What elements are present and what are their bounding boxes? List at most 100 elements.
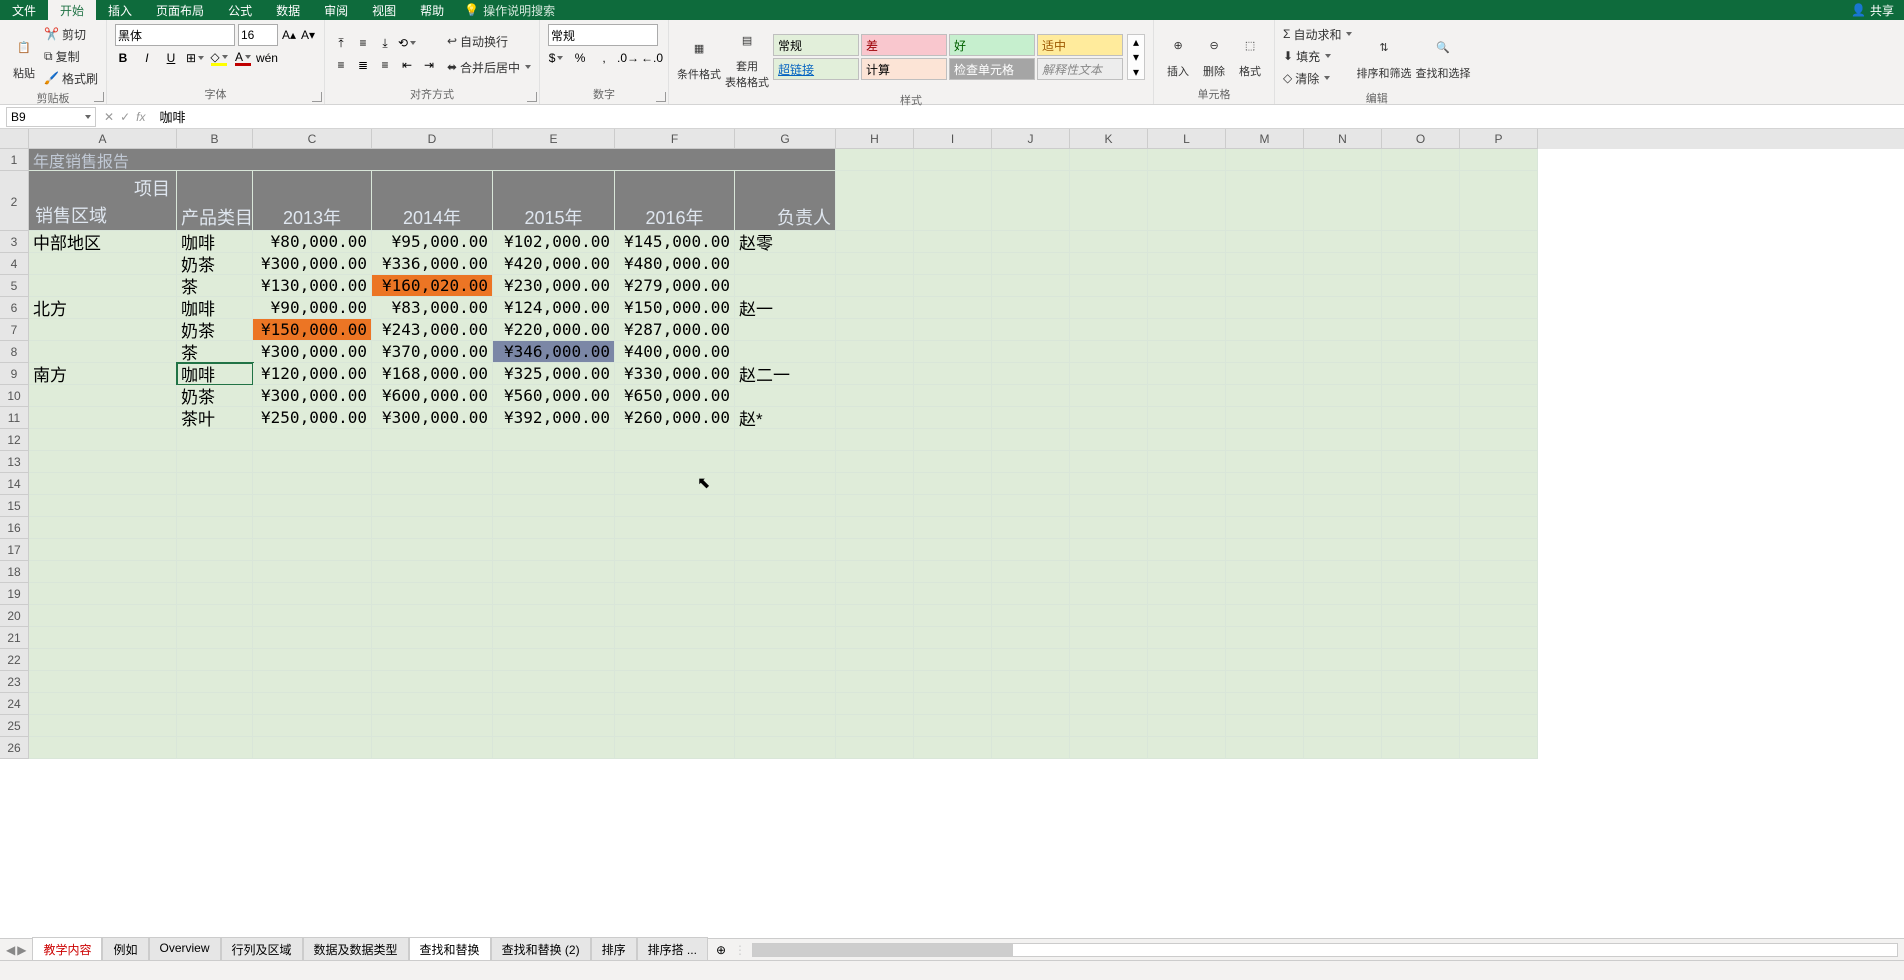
horizontal-scrollbar[interactable] [752, 943, 1898, 957]
cell[interactable] [992, 495, 1070, 517]
cell[interactable] [1460, 275, 1538, 297]
cell[interactable] [1382, 149, 1460, 171]
cell[interactable] [735, 253, 836, 275]
cell[interactable] [253, 539, 372, 561]
row-header-14[interactable]: 14 [0, 473, 29, 495]
cell[interactable]: 2014年 [372, 171, 493, 231]
cell[interactable] [735, 319, 836, 341]
cell[interactable] [914, 297, 992, 319]
shrink-font-button[interactable]: A▾ [300, 27, 316, 43]
accounting-button[interactable]: $ [548, 50, 564, 66]
cell[interactable] [1070, 319, 1148, 341]
cell[interactable] [177, 715, 253, 737]
cell[interactable] [992, 429, 1070, 451]
cell[interactable] [1460, 561, 1538, 583]
cell[interactable] [836, 495, 914, 517]
cell[interactable] [836, 737, 914, 759]
cell[interactable] [1382, 275, 1460, 297]
row-header-17[interactable]: 17 [0, 539, 29, 561]
cell[interactable] [29, 561, 177, 583]
sheet-tab-4[interactable]: 数据及数据类型 [303, 937, 409, 963]
cell[interactable] [992, 275, 1070, 297]
cell[interactable] [836, 429, 914, 451]
cell[interactable] [372, 451, 493, 473]
cell[interactable]: ¥370,000.00 [372, 341, 493, 363]
comma-button[interactable]: , [596, 50, 612, 66]
row-header-1[interactable]: 1 [0, 149, 29, 171]
cell[interactable] [992, 149, 1070, 171]
cell[interactable] [1148, 319, 1226, 341]
cell[interactable] [836, 231, 914, 253]
cell[interactable] [1148, 149, 1226, 171]
cell[interactable] [1148, 385, 1226, 407]
cell[interactable] [1382, 627, 1460, 649]
cell[interactable] [1070, 149, 1148, 171]
cell[interactable] [914, 561, 992, 583]
cell[interactable] [1226, 693, 1304, 715]
cell[interactable] [1460, 231, 1538, 253]
cell[interactable] [1070, 297, 1148, 319]
cell[interactable] [1148, 715, 1226, 737]
cell[interactable]: 北方 [29, 297, 177, 319]
fx-button[interactable]: fx [136, 110, 145, 124]
cell[interactable] [1148, 627, 1226, 649]
cell[interactable] [1460, 671, 1538, 693]
cell[interactable] [1070, 715, 1148, 737]
cell[interactable] [1304, 341, 1382, 363]
delete-cells-button[interactable]: ⊖删除 [1198, 29, 1230, 79]
cell[interactable] [1226, 171, 1304, 231]
cell[interactable] [615, 627, 735, 649]
cell[interactable] [1304, 149, 1382, 171]
cell[interactable] [735, 385, 836, 407]
cell[interactable] [29, 693, 177, 715]
cell[interactable]: ¥150,000.00 [253, 319, 372, 341]
cell[interactable] [735, 561, 836, 583]
font-size-select[interactable] [238, 24, 278, 46]
cell[interactable] [29, 473, 177, 495]
cell[interactable] [1148, 253, 1226, 275]
row-header-12[interactable]: 12 [0, 429, 29, 451]
cell[interactable] [1148, 495, 1226, 517]
cell[interactable] [1382, 451, 1460, 473]
cell[interactable] [1070, 341, 1148, 363]
col-header-L[interactable]: L [1148, 129, 1226, 149]
cell[interactable] [992, 561, 1070, 583]
cell[interactable] [1382, 253, 1460, 275]
align-center-button[interactable]: ≣ [355, 57, 371, 73]
cell[interactable]: 奶茶 [177, 319, 253, 341]
sheet-prev-icon[interactable]: ◀ [6, 943, 15, 957]
row-header-3[interactable]: 3 [0, 231, 29, 253]
style-cell-4[interactable]: 超链接 [773, 58, 859, 80]
cell[interactable] [29, 407, 177, 429]
cell[interactable] [1304, 605, 1382, 627]
cell[interactable] [1382, 649, 1460, 671]
cell[interactable] [1382, 231, 1460, 253]
cell[interactable] [836, 473, 914, 495]
cell[interactable] [29, 319, 177, 341]
cell[interactable]: ¥400,000.00 [615, 341, 735, 363]
cell[interactable] [914, 275, 992, 297]
cell[interactable] [1070, 539, 1148, 561]
cell[interactable] [372, 539, 493, 561]
cell[interactable] [1460, 693, 1538, 715]
cell[interactable] [1304, 363, 1382, 385]
cancel-formula-button[interactable]: ✕ [104, 110, 114, 124]
cell[interactable] [253, 451, 372, 473]
cell[interactable] [992, 451, 1070, 473]
cell[interactable] [836, 407, 914, 429]
format-table-button[interactable]: ▤ 套用 表格格式 [725, 24, 769, 90]
cell[interactable] [1460, 495, 1538, 517]
insert-cells-button[interactable]: ⊕插入 [1162, 29, 1194, 79]
cell[interactable]: 赵一 [735, 297, 836, 319]
cell[interactable] [992, 517, 1070, 539]
cell[interactable] [1304, 627, 1382, 649]
cell[interactable] [1070, 561, 1148, 583]
cell[interactable] [615, 539, 735, 561]
col-header-M[interactable]: M [1226, 129, 1304, 149]
cell[interactable] [735, 649, 836, 671]
cell[interactable] [1304, 517, 1382, 539]
cell[interactable] [914, 627, 992, 649]
cell[interactable] [836, 693, 914, 715]
cell[interactable] [1304, 451, 1382, 473]
cell[interactable] [735, 715, 836, 737]
